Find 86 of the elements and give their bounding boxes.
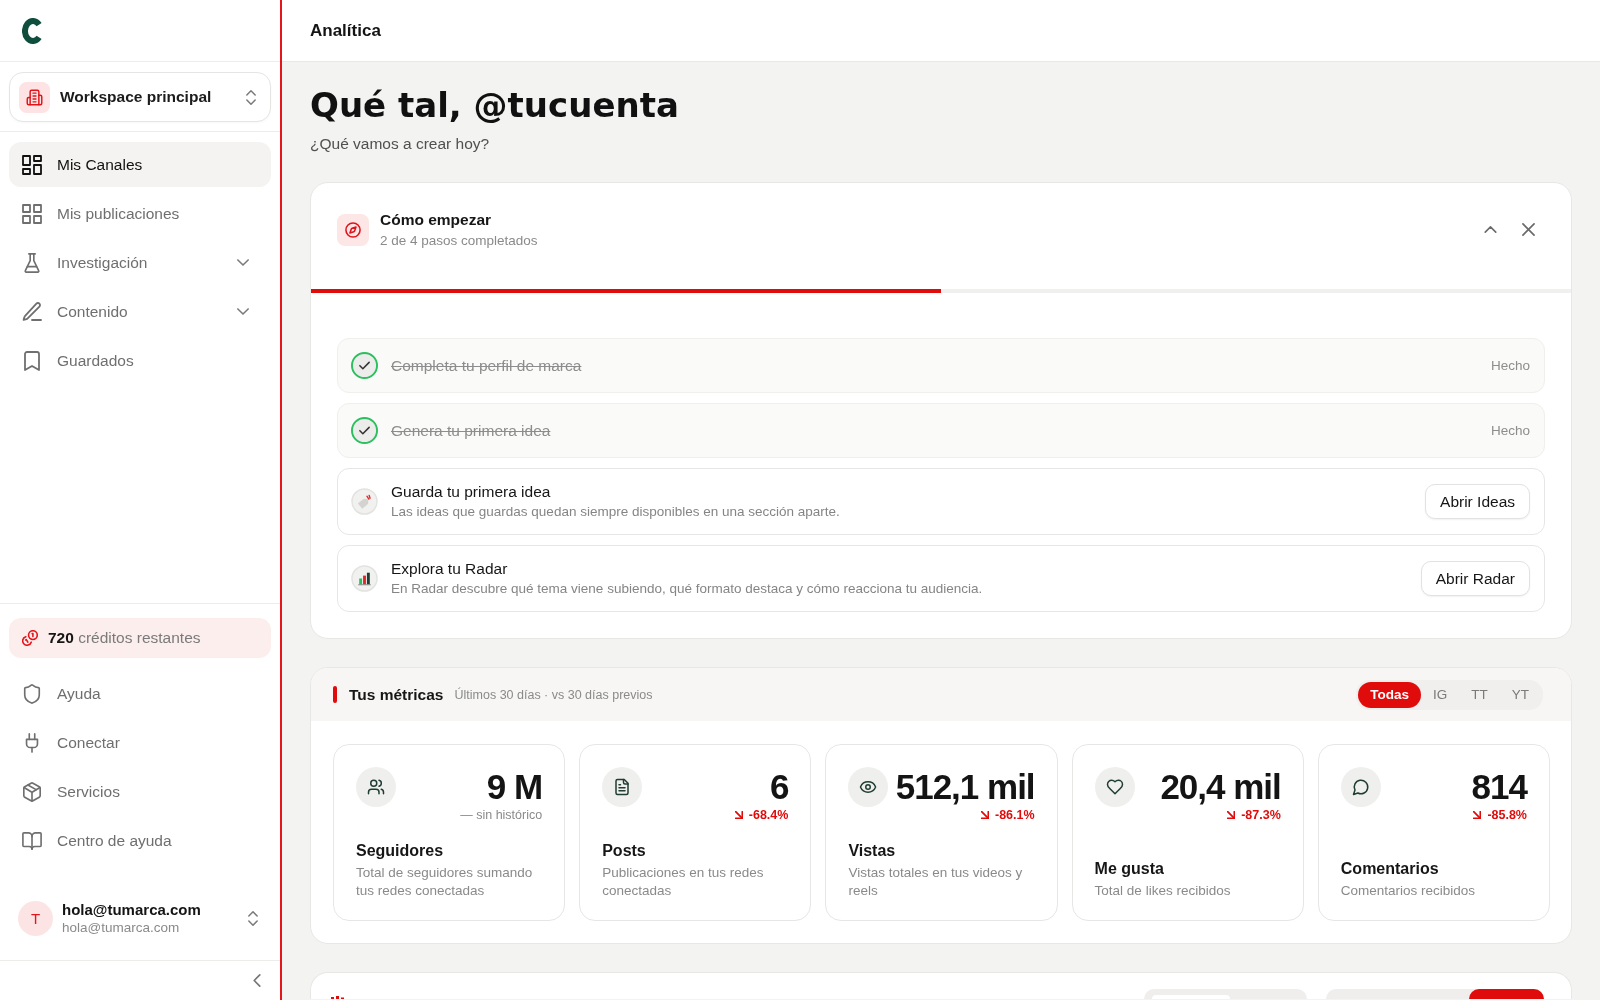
filter-tab[interactable]: Todas [1358, 681, 1421, 708]
metric-description: Total de likes recibidos [1094, 881, 1232, 899]
user-avatar: T [18, 900, 53, 936]
segmented-control[interactable] [1326, 989, 1544, 999]
checklist-progress-text: 2 de 4 pasos completados [380, 232, 538, 249]
pencil-icon [22, 301, 42, 322]
metric-label: Posts [602, 841, 647, 861]
metric-value: 20,4 mil [1160, 767, 1281, 807]
step-title: Genera tu primera idea [391, 420, 551, 441]
greeting-title: Qué tal, @tucuenta [310, 85, 680, 125]
step-status: Hecho [1490, 423, 1530, 438]
metric-label: Vistas [848, 841, 897, 861]
metric-description: Publicaciones en tus redes conectadas [602, 864, 765, 899]
metric-value: 814 [1471, 767, 1527, 807]
step-title: Completa tu perfil de marca [391, 355, 582, 376]
nav-item[interactable]: Guardados [9, 338, 271, 383]
shield-icon [22, 683, 42, 704]
check-circle-icon [351, 352, 378, 379]
nav-item[interactable]: Centro de ayuda [9, 818, 271, 863]
metric-change: — sin histórico [460, 807, 543, 823]
nav-item[interactable]: Servicios [9, 769, 271, 814]
trend-down-icon [981, 811, 989, 819]
collapse-button[interactable] [1484, 226, 1497, 233]
chart-icon [331, 996, 344, 999]
metric-description: Comentarios recibidos [1340, 881, 1477, 899]
metric-value: 6 [769, 767, 789, 807]
metric-label: Seguidores [356, 841, 445, 861]
flask-icon [22, 252, 42, 273]
bar-chart-icon [351, 565, 378, 592]
section-title: Tus métricas [349, 685, 444, 704]
nav-item[interactable]: Mis publicaciones [9, 191, 271, 236]
filter-tab[interactable]: YT [1499, 681, 1541, 708]
close-button[interactable] [1522, 223, 1535, 236]
coins-icon [22, 630, 38, 646]
step-description: Las ideas que guardas quedan siempre disponibles en una sección aparte. [391, 503, 840, 521]
logo-icon [22, 17, 44, 44]
step-title: Explora tu Radar [391, 559, 509, 579]
page-title: Analítica [310, 20, 381, 41]
checklist-title: Cómo empezar [380, 210, 493, 230]
eye-icon [848, 767, 889, 807]
speech-bubble-icon [1340, 767, 1381, 807]
marker-icon [333, 686, 337, 703]
metric-description: Total de seguidores sumando tus redes conectadas [356, 864, 534, 899]
chevrons-up-down-icon [246, 89, 256, 105]
step-status: Hecho [1490, 358, 1530, 373]
nav-item[interactable]: Investigación [9, 240, 271, 285]
book-open-icon [22, 830, 42, 851]
credits-button[interactable]: 720 créditos restantes [9, 618, 271, 658]
package-icon [22, 781, 42, 802]
step-action-button[interactable]: Abrir Ideas [1425, 484, 1530, 519]
filter-tab[interactable]: IG [1420, 681, 1460, 708]
collapse-sidebar-button[interactable] [253, 974, 261, 987]
nav-item[interactable]: Mis Canales [9, 142, 271, 187]
nav-item[interactable]: Ayuda [9, 671, 271, 716]
trend-down-icon [734, 811, 743, 819]
compass-icon [337, 213, 369, 246]
dashboard-icon [22, 154, 42, 175]
account-menu[interactable]: T hola@tumarca.com hola@tumarca.com [9, 886, 271, 950]
metric-change: -86.1% [995, 807, 1035, 823]
period-text: Últimos 30 días · vs 30 días previos [454, 687, 653, 702]
trend-down-icon [1227, 811, 1236, 819]
bookmark-icon [22, 350, 42, 371]
grid-icon [22, 203, 42, 224]
document-icon [602, 767, 643, 807]
step-title: Guarda tu primera idea [391, 482, 552, 502]
users-icon [356, 767, 396, 807]
nav-item[interactable]: Conectar [9, 720, 271, 765]
trend-down-icon [1473, 811, 1482, 819]
check-circle-icon [351, 417, 378, 444]
greeting-subtitle: ¿Qué vamos a crear hoy? [310, 135, 491, 153]
metric-change: -87.3% [1241, 807, 1281, 823]
metric-value: 512,1 mil [895, 767, 1035, 807]
metric-change: -85.8% [1487, 807, 1527, 823]
metric-value: 9 M [486, 767, 543, 807]
filter-tab[interactable]: TT [1459, 681, 1500, 708]
metric-change: -68.4% [748, 807, 789, 823]
step-description: En Radar descubre qué tema viene subiendo, qué formato destaca y cómo reacciona tu audiencia. [391, 580, 983, 598]
metric-label: Comentarios [1340, 858, 1440, 879]
chevrons-up-down-icon [248, 910, 258, 926]
metric-label: Me gusta [1094, 858, 1165, 879]
workspace-selector[interactable]: Workspace principal [9, 72, 271, 122]
step-action-button[interactable]: Abrir Radar [1420, 561, 1530, 596]
building-icon [19, 81, 50, 113]
tag-icon [351, 488, 378, 515]
nav-item[interactable]: Contenido [9, 289, 271, 334]
metric-description: Vistas totales en tus videos y reels [848, 864, 1024, 899]
